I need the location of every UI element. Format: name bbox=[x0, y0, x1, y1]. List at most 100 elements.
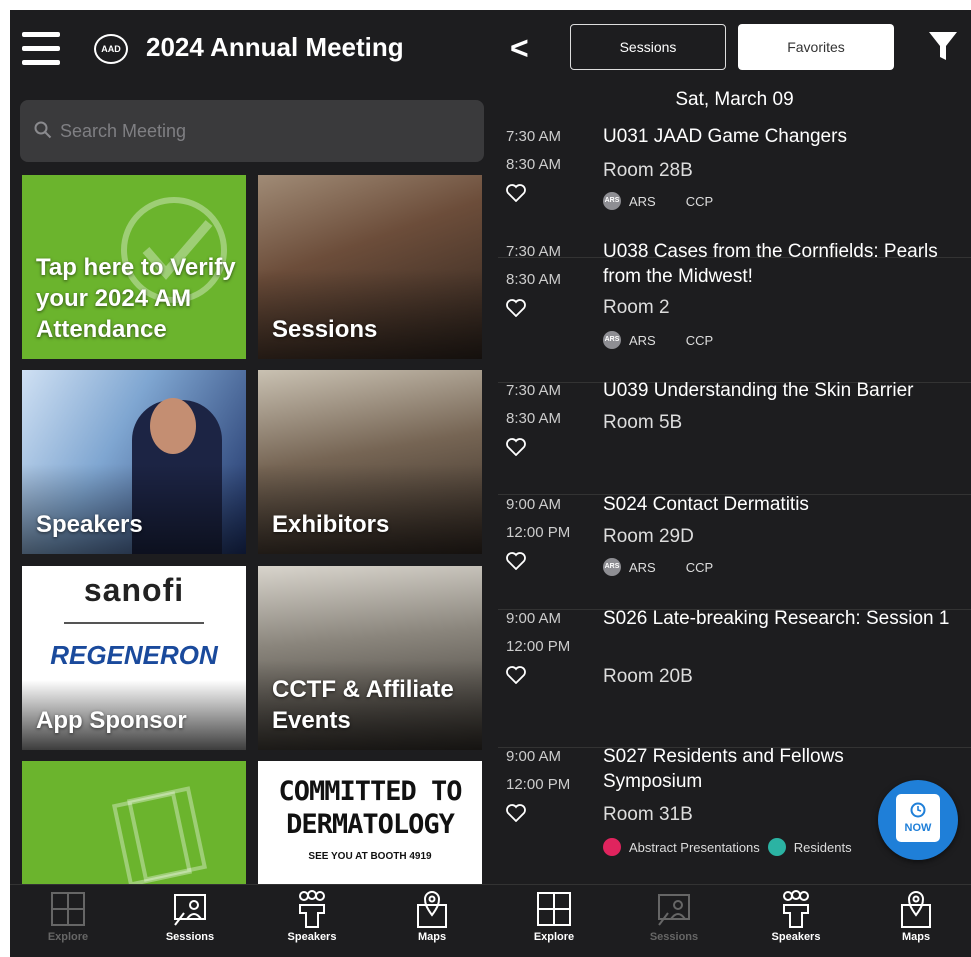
bottom-nav: Explore Sessions Speakers Maps bbox=[10, 884, 498, 957]
session-start-time: 7:30 AM bbox=[506, 128, 562, 145]
speaker-head bbox=[150, 398, 196, 454]
session-room: Room 5B bbox=[603, 412, 683, 433]
app-sponsor-tile[interactable]: sanofi REGENERON App Sponsor bbox=[22, 566, 246, 750]
session-row[interactable]: 9:00 AM 12:00 PM S024 Contact Dermatitis… bbox=[498, 494, 971, 610]
tag-label: ARS bbox=[629, 559, 656, 575]
speakers-tile-label: Speakers bbox=[36, 511, 143, 538]
explore-header: AAD 2024 Annual Meeting bbox=[10, 10, 498, 90]
tag-label: Residents bbox=[793, 839, 852, 855]
nav-sessions[interactable]: Sessions bbox=[634, 889, 714, 953]
favorites-panel: < Sessions Favorites Sat, March 09 7:30 … bbox=[498, 10, 971, 957]
heart-icon[interactable] bbox=[506, 299, 526, 317]
session-tags: Abstract Presentations Residents bbox=[603, 838, 882, 856]
nav-speakers-label: Speakers bbox=[287, 931, 337, 943]
nav-explore[interactable]: Explore bbox=[514, 889, 594, 953]
sessions-tile[interactable]: Sessions bbox=[258, 175, 482, 359]
session-end-time: 12:00 PM bbox=[506, 524, 571, 541]
nav-maps[interactable]: Maps bbox=[876, 889, 956, 953]
session-end-time: 8:30 AM bbox=[506, 156, 562, 173]
heart-icon[interactable] bbox=[506, 184, 526, 202]
heart-icon[interactable] bbox=[506, 438, 526, 456]
documents-tile[interactable] bbox=[22, 761, 246, 891]
presentation-icon bbox=[658, 894, 690, 926]
tag-label: ARS bbox=[629, 193, 656, 209]
session-end-time: 8:30 AM bbox=[506, 410, 562, 427]
nav-maps-label: Maps bbox=[417, 931, 447, 943]
nav-sessions-label: Sessions bbox=[649, 931, 699, 943]
tag-label: Abstract Presentations bbox=[629, 839, 760, 855]
session-start-time: 9:00 AM bbox=[506, 496, 562, 513]
app-title: 2024 Annual Meeting bbox=[146, 32, 404, 62]
session-tags: ARS ARS CCP bbox=[603, 558, 743, 576]
session-start-time: 7:30 AM bbox=[506, 243, 562, 260]
app-sponsor-label: App Sponsor bbox=[36, 707, 187, 734]
back-button[interactable]: < bbox=[510, 30, 529, 67]
exhibitors-tile[interactable]: Exhibitors bbox=[258, 370, 482, 554]
nav-explore-label: Explore bbox=[533, 931, 575, 943]
session-room: Room 20B bbox=[603, 666, 693, 687]
verify-attendance-tile[interactable]: Tap here to Verify your 2024 AM Attendan… bbox=[22, 175, 246, 359]
session-end-time: 8:30 AM bbox=[506, 271, 562, 288]
tag-label: CCP bbox=[685, 332, 714, 348]
calendar-clock-icon: NOW bbox=[896, 794, 940, 842]
heart-icon[interactable] bbox=[506, 804, 526, 822]
session-title: U031 JAAD Game Changers bbox=[603, 126, 847, 147]
regeneron-logo: REGENERON bbox=[50, 640, 218, 670]
now-label: NOW bbox=[904, 822, 932, 834]
date-header: Sat, March 09 bbox=[675, 89, 794, 110]
nav-sessions[interactable]: Sessions bbox=[150, 889, 230, 953]
heart-icon[interactable] bbox=[506, 666, 526, 684]
aad-logo: AAD bbox=[94, 34, 128, 64]
tag-label: CCP bbox=[685, 193, 714, 209]
cctf-affiliate-events-tile[interactable]: CCTF & Affiliate Events bbox=[258, 566, 482, 750]
nav-maps[interactable]: Maps bbox=[392, 889, 472, 953]
now-button[interactable]: NOW bbox=[878, 780, 958, 860]
cctf-tile-label: CCTF & Affiliate Events bbox=[272, 676, 454, 734]
tag-label: ARS bbox=[629, 332, 656, 348]
people-icon bbox=[783, 890, 809, 928]
menu-icon[interactable] bbox=[22, 32, 60, 66]
speakers-tile[interactable]: Speakers bbox=[22, 370, 246, 554]
exhibitors-tile-label: Exhibitors bbox=[272, 511, 390, 538]
session-start-time: 9:00 AM bbox=[506, 610, 562, 627]
session-row[interactable]: 9:00 AM 12:00 PM S026 Late-breaking Rese… bbox=[498, 608, 971, 748]
sanofi-logo: sanofi bbox=[83, 572, 185, 608]
session-start-time: 7:30 AM bbox=[506, 382, 562, 399]
nav-speakers-label: Speakers bbox=[771, 931, 821, 943]
committed-line2: DERMATOLOGY bbox=[286, 809, 455, 840]
nav-explore[interactable]: Explore bbox=[28, 889, 108, 953]
search-bar[interactable] bbox=[20, 100, 484, 162]
session-tags: ARS ARS CCP bbox=[603, 192, 743, 210]
tab-favorites[interactable]: Favorites bbox=[738, 24, 894, 70]
tab-sessions[interactable]: Sessions bbox=[570, 24, 726, 70]
sponsor-divider bbox=[64, 622, 204, 624]
filter-icon[interactable] bbox=[928, 30, 958, 62]
session-end-time: 12:00 PM bbox=[506, 638, 571, 655]
session-title: U039 Understanding the Skin Barrier bbox=[603, 380, 914, 401]
committed-banner-tile[interactable]: COMMITTED TO DERMATOLOGY SEE YOU AT BOOT… bbox=[258, 761, 482, 891]
abstract-presentations-icon bbox=[603, 838, 621, 856]
sessions-tile-label: Sessions bbox=[272, 316, 378, 343]
heart-icon[interactable] bbox=[506, 552, 526, 570]
search-input[interactable] bbox=[60, 114, 470, 148]
ars-icon: ARS bbox=[603, 192, 621, 210]
session-title: S024 Contact Dermatitis bbox=[603, 494, 809, 515]
session-row[interactable]: 7:30 AM 8:30 AM U039 Understanding the S… bbox=[498, 380, 971, 495]
session-start-time: 9:00 AM bbox=[506, 748, 562, 765]
session-title: U038 Cases from the Cornfields: Pearls f… bbox=[603, 241, 938, 287]
grid-icon bbox=[51, 892, 85, 926]
session-row[interactable]: 7:30 AM 8:30 AM U038 Cases from the Corn… bbox=[498, 241, 971, 383]
ars-icon: ARS bbox=[603, 558, 621, 576]
session-end-time: 12:00 PM bbox=[506, 776, 571, 793]
clock-icon bbox=[910, 802, 926, 818]
map-pin-icon bbox=[417, 891, 447, 928]
nav-speakers[interactable]: Speakers bbox=[272, 889, 352, 953]
nav-sessions-label: Sessions bbox=[165, 931, 215, 943]
map-pin-icon bbox=[901, 891, 931, 928]
nav-speakers[interactable]: Speakers bbox=[756, 889, 836, 953]
session-title: S027 Residents and Fellows Symposium bbox=[603, 746, 844, 792]
nav-explore-label: Explore bbox=[47, 931, 89, 943]
presentation-icon bbox=[174, 894, 206, 926]
explore-panel: AAD 2024 Annual Meeting Tap here to Veri… bbox=[10, 10, 498, 957]
people-icon bbox=[299, 890, 325, 928]
